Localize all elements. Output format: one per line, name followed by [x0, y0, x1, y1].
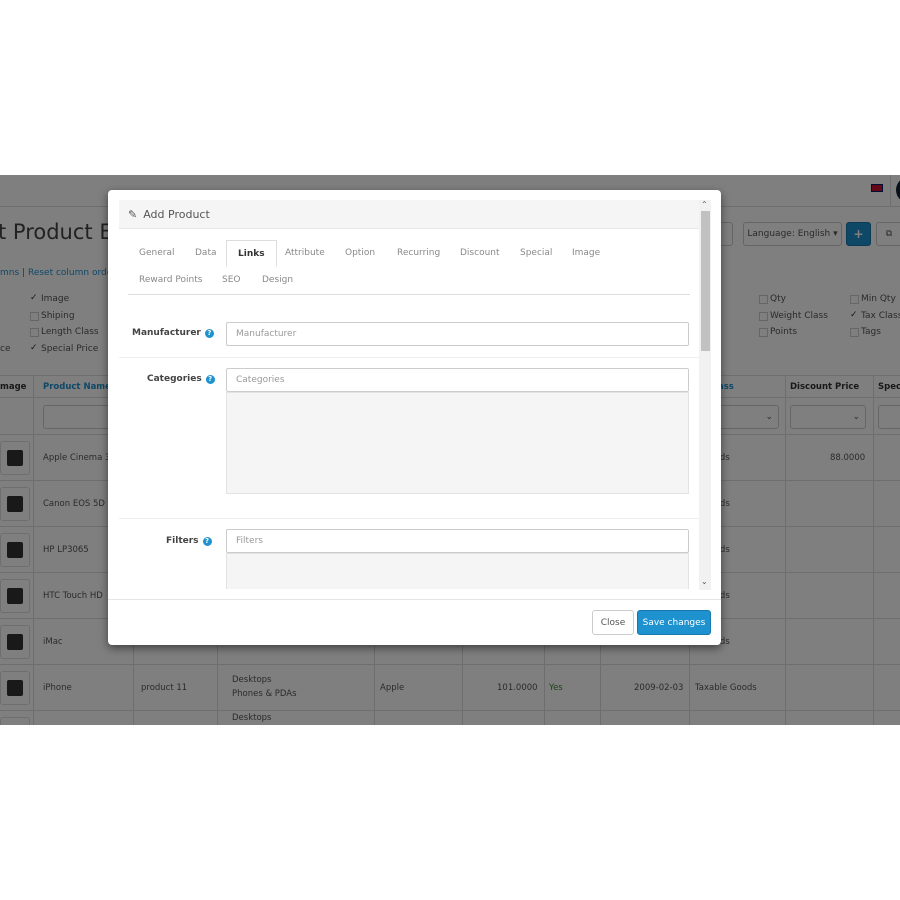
save-changes-button[interactable]: Save changes	[637, 610, 711, 635]
tab-recurring[interactable]: Recurring	[397, 248, 440, 258]
tab-general[interactable]: General	[139, 248, 174, 258]
divider	[119, 357, 699, 358]
divider	[119, 518, 699, 519]
tab-option[interactable]: Option	[345, 248, 375, 258]
tab-seo[interactable]: SEO	[222, 275, 240, 285]
footer-divider	[108, 599, 721, 600]
tab-discount[interactable]: Discount	[460, 248, 500, 258]
categories-list	[226, 392, 689, 494]
tab-design[interactable]: Design	[262, 275, 293, 285]
tab-reward-points[interactable]: Reward Points	[139, 275, 202, 285]
filters-label: Filters?	[166, 536, 212, 546]
help-icon: ?	[202, 536, 212, 546]
close-button[interactable]: Close	[592, 610, 634, 635]
tab-attribute[interactable]: Attribute	[285, 248, 325, 258]
tab-image[interactable]: Image	[572, 248, 600, 258]
tab-links[interactable]: Links	[226, 240, 277, 267]
tab-data[interactable]: Data	[195, 248, 217, 258]
categories-input[interactable]: Categories	[226, 368, 689, 392]
scrollbar-thumb[interactable]	[701, 211, 710, 351]
manufacturer-label: Manufacturer?	[132, 328, 214, 338]
pencil-icon: ✎	[128, 207, 138, 221]
add-product-modal: ✎ Add Product General Data Links Attribu…	[108, 190, 721, 645]
filters-input[interactable]: Filters	[226, 529, 689, 553]
help-icon: ?	[205, 374, 215, 384]
modal-title: Add Product	[143, 207, 210, 221]
tabs-divider	[128, 294, 690, 295]
tab-special[interactable]: Special	[520, 248, 552, 258]
modal-scrollbar[interactable]: ⌃ ⌄	[699, 200, 711, 590]
help-icon: ?	[204, 328, 214, 338]
categories-label: Categories?	[147, 374, 215, 384]
scroll-up-icon[interactable]: ⌃	[701, 200, 708, 209]
manufacturer-input[interactable]: Manufacturer	[226, 322, 689, 346]
filters-list	[226, 553, 689, 589]
modal-header: ✎ Add Product	[119, 200, 699, 229]
scroll-down-icon[interactable]: ⌄	[701, 577, 708, 586]
